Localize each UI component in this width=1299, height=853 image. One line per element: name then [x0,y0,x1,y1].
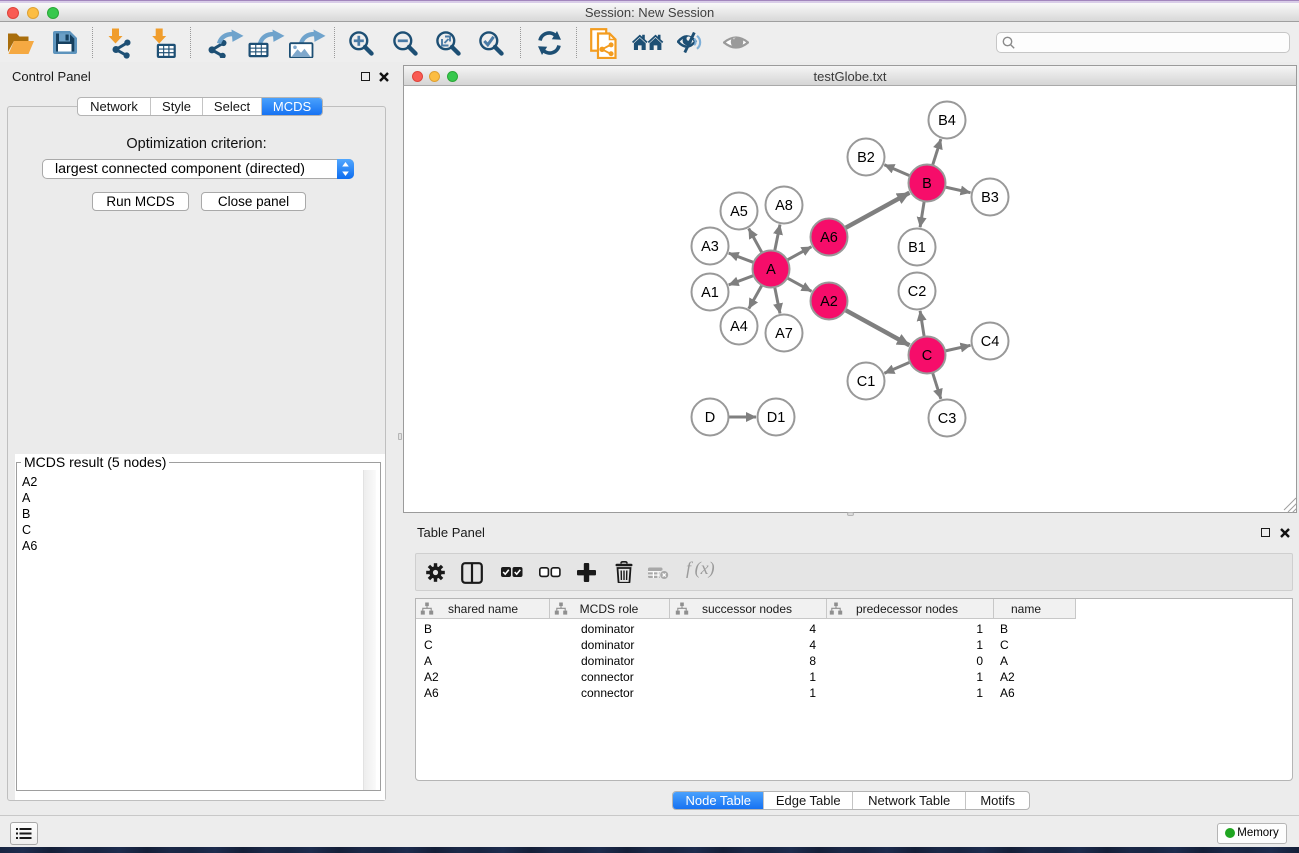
svg-text:C2: C2 [908,284,927,300]
svg-text:A2: A2 [820,294,838,310]
svg-text:A3: A3 [701,239,719,255]
svg-text:B: B [922,176,932,192]
svg-text:D1: D1 [767,410,786,426]
svg-text:C3: C3 [938,411,957,427]
svg-text:B4: B4 [938,113,956,129]
svg-text:A8: A8 [775,198,793,214]
svg-text:B3: B3 [981,190,999,206]
svg-text:C1: C1 [857,374,876,390]
svg-text:A1: A1 [701,285,719,301]
svg-text:B2: B2 [857,150,875,166]
svg-text:C4: C4 [981,334,1000,350]
svg-text:A7: A7 [775,326,793,342]
svg-text:A5: A5 [730,204,748,220]
svg-text:D: D [705,410,715,426]
svg-text:B1: B1 [908,240,926,256]
svg-text:A: A [766,262,776,278]
svg-text:A4: A4 [730,319,748,335]
svg-text:C: C [922,348,932,364]
svg-text:A6: A6 [820,230,838,246]
